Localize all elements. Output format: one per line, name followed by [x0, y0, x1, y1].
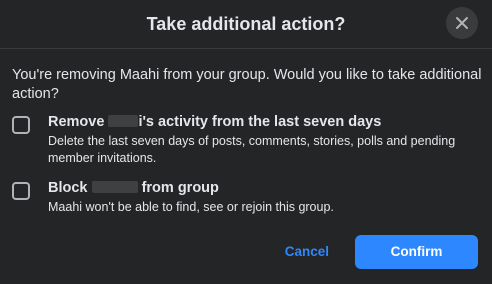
block-member-suffix: from group [141, 180, 219, 196]
option-remove-activity[interactable]: Remove i's activity from the last seven … [12, 112, 482, 167]
dialog-title: Take additional action? [146, 14, 346, 34]
cancel-button[interactable]: Cancel [269, 235, 345, 269]
redacted-name [108, 115, 139, 127]
option-remove-activity-title: Remove i's activity from the last seven … [48, 112, 482, 132]
dialog-header: Take additional action? [0, 0, 492, 49]
option-block-member-description: Maahi won't be able to find, see or rejo… [48, 200, 334, 214]
redacted-name [91, 181, 138, 193]
remove-activity-suffix: i's activity from the last seven days [138, 114, 382, 130]
option-remove-activity-text: Remove i's activity from the last seven … [48, 112, 482, 167]
option-remove-activity-description: Delete the last seven days of posts, com… [48, 134, 456, 165]
close-icon [456, 17, 468, 29]
confirm-button[interactable]: Confirm [355, 235, 478, 269]
remove-activity-prefix: Remove [48, 114, 105, 130]
block-member-checkbox[interactable] [12, 182, 30, 200]
close-button[interactable] [446, 7, 478, 39]
dialog-footer: Cancel Confirm [269, 235, 478, 269]
take-action-dialog: Take additional action? You're removing … [0, 0, 492, 284]
block-member-prefix: Block [48, 180, 88, 196]
dialog-intro-text: You're removing Maahi from your group. W… [12, 67, 482, 102]
option-block-member[interactable]: Block from group Maahi won't be able to … [12, 178, 482, 216]
option-block-member-title: Block from group [48, 178, 482, 198]
option-block-member-text: Block from group Maahi won't be able to … [48, 178, 482, 216]
remove-activity-checkbox[interactable] [12, 116, 30, 134]
